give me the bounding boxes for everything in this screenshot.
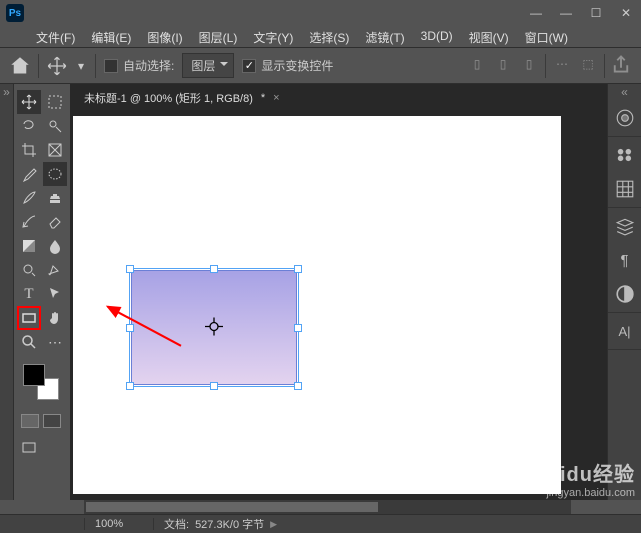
color-swatches[interactable] [23, 364, 59, 400]
transform-box[interactable] [129, 268, 299, 387]
divider [95, 54, 96, 78]
gradient-tool[interactable] [17, 234, 41, 258]
marquee-tool[interactable] [43, 90, 67, 114]
tab-close-icon[interactable]: × [273, 92, 279, 104]
paragraph-panel-icon[interactable]: ¶ [615, 250, 635, 270]
home-icon[interactable] [10, 56, 30, 76]
doc-size-value: 527.3K/0 字节 [195, 516, 264, 532]
menu-view[interactable]: 视图(V) [461, 26, 517, 47]
eyedropper-tool[interactable] [17, 162, 41, 186]
tab-dirty-marker: * [261, 92, 265, 104]
transform-center-icon[interactable] [205, 317, 223, 338]
more-icon[interactable]: ⋯ [552, 54, 572, 74]
tools-panel: T ⋯ [14, 84, 70, 500]
color-panel-icon[interactable] [615, 108, 635, 128]
align-center-icon[interactable]: ▯ [493, 54, 513, 74]
auto-select-checkbox[interactable] [104, 59, 118, 73]
zoom-tool[interactable] [17, 330, 41, 354]
handle-n[interactable] [210, 265, 218, 273]
divider [38, 54, 39, 78]
menu-edit[interactable]: 编辑(E) [83, 26, 139, 47]
document-tab[interactable]: 未标题-1 @ 100% (矩形 1, RGB/8) * × [74, 84, 290, 112]
divider [604, 54, 605, 78]
window-secondary[interactable]: — [521, 0, 551, 26]
zoom-level[interactable]: 100% [84, 518, 154, 530]
quick-mask-mode[interactable] [43, 414, 61, 428]
hand-tool[interactable] [43, 306, 67, 330]
options-bar: ▾ 自动选择: 图层 显示变换控件 ▯ ▯ ▯ ⋯ ⬚ [0, 48, 641, 84]
menu-type[interactable]: 文字(Y) [245, 26, 301, 47]
tab-title: 未标题-1 @ 100% (矩形 1, RGB/8) [84, 90, 253, 106]
layer-select[interactable]: 图层 [182, 53, 234, 78]
swatches-panel-icon[interactable] [615, 145, 635, 165]
handle-ne[interactable] [294, 265, 302, 273]
handle-sw[interactable] [126, 382, 134, 390]
menu-bar: 文件(F) 编辑(E) 图像(I) 图层(L) 文字(Y) 选择(S) 滤镜(T… [0, 26, 641, 48]
status-chevron-icon[interactable]: ▶ [270, 519, 277, 530]
standard-mode[interactable] [21, 414, 39, 428]
history-brush-tool[interactable] [17, 210, 41, 234]
character-panel-icon[interactable]: A| [615, 321, 635, 341]
handle-e[interactable] [294, 324, 302, 332]
blur-tool[interactable] [43, 234, 67, 258]
handle-se[interactable] [294, 382, 302, 390]
type-tool[interactable]: T [17, 282, 41, 306]
menu-3d[interactable]: 3D(D) [413, 26, 461, 47]
menu-filter[interactable]: 滤镜(T) [357, 26, 412, 47]
foreground-color[interactable] [23, 364, 45, 386]
canvas[interactable] [73, 116, 561, 494]
show-controls-checkbox[interactable] [242, 59, 256, 73]
menu-window[interactable]: 窗口(W) [517, 26, 576, 47]
handle-nw[interactable] [126, 265, 134, 273]
frame-tool[interactable] [43, 138, 67, 162]
dropdown-icon[interactable]: ▾ [75, 56, 87, 76]
share-icon[interactable] [611, 54, 631, 74]
move-tool-icon[interactable] [47, 56, 67, 76]
edit-toolbar[interactable]: ⋯ [43, 330, 67, 354]
right-panels: « ¶ A| [607, 84, 641, 500]
brush-tool[interactable] [17, 186, 41, 210]
expand-right-icon[interactable]: « [608, 84, 641, 100]
minimize-button[interactable]: — [551, 0, 581, 26]
path-select-tool[interactable] [43, 282, 67, 306]
dodge-tool[interactable] [17, 258, 41, 282]
menu-select[interactable]: 选择(S) [301, 26, 357, 47]
3d-mode-icon[interactable]: ⬚ [578, 54, 598, 74]
align-left-icon[interactable]: ▯ [467, 54, 487, 74]
lasso-tool[interactable] [17, 114, 41, 138]
expand-left-icon[interactable]: » [0, 84, 13, 100]
divider [545, 54, 546, 78]
pen-tool[interactable] [43, 258, 67, 282]
show-controls-label: 显示变换控件 [261, 57, 333, 74]
maximize-button[interactable]: ☐ [581, 0, 611, 26]
screen-mode[interactable] [17, 436, 41, 460]
move-tool[interactable] [17, 90, 41, 114]
menu-file[interactable]: 文件(F) [28, 26, 83, 47]
layers-panel-icon[interactable] [615, 216, 635, 236]
rectangle-tool[interactable] [17, 306, 41, 330]
auto-select-label: 自动选择: [123, 57, 174, 74]
align-right-icon[interactable]: ▯ [519, 54, 539, 74]
menu-layer[interactable]: 图层(L) [191, 26, 246, 47]
clone-stamp-tool[interactable] [43, 186, 67, 210]
handle-w[interactable] [126, 324, 134, 332]
quick-select-tool[interactable] [43, 114, 67, 138]
doc-size-label: 文档: [164, 516, 189, 532]
horizontal-scrollbar[interactable] [84, 500, 571, 514]
crop-tool[interactable] [17, 138, 41, 162]
close-button[interactable]: ✕ [611, 0, 641, 26]
properties-panel-icon[interactable] [615, 179, 635, 199]
patch-tool[interactable] [43, 162, 67, 186]
app-logo: Ps [6, 4, 24, 22]
menu-image[interactable]: 图像(I) [139, 26, 190, 47]
eraser-tool[interactable] [43, 210, 67, 234]
adjustments-panel-icon[interactable] [615, 284, 635, 304]
handle-s[interactable] [210, 382, 218, 390]
